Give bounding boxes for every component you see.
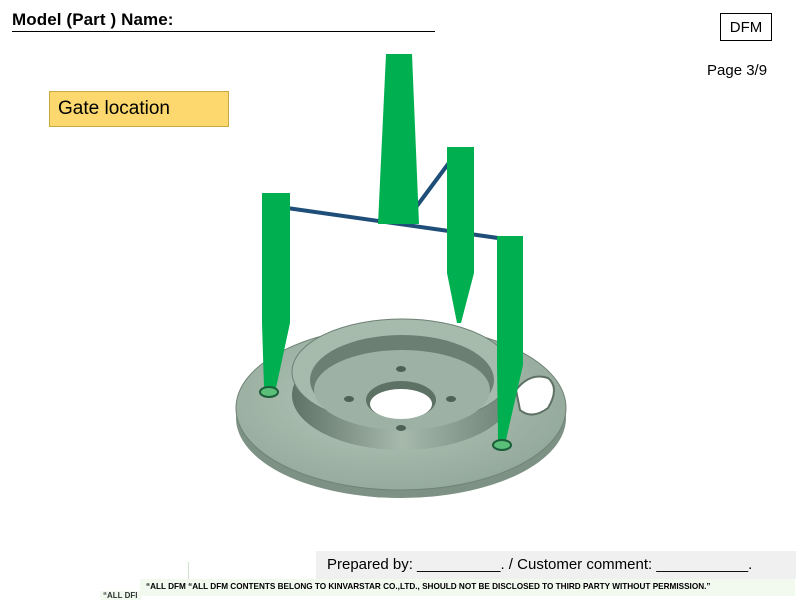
gate-model-illustration [235, 54, 567, 498]
divider-fragment [188, 562, 189, 580]
prepared-by-text: Prepared by: __________. / Customer comm… [327, 556, 753, 573]
disclaimer-fragment: “ALL DFI [100, 591, 141, 600]
confidentiality-disclaimer: “ALL DFM “ALL DFM CONTENTS BELONG TO KIN… [146, 582, 711, 591]
